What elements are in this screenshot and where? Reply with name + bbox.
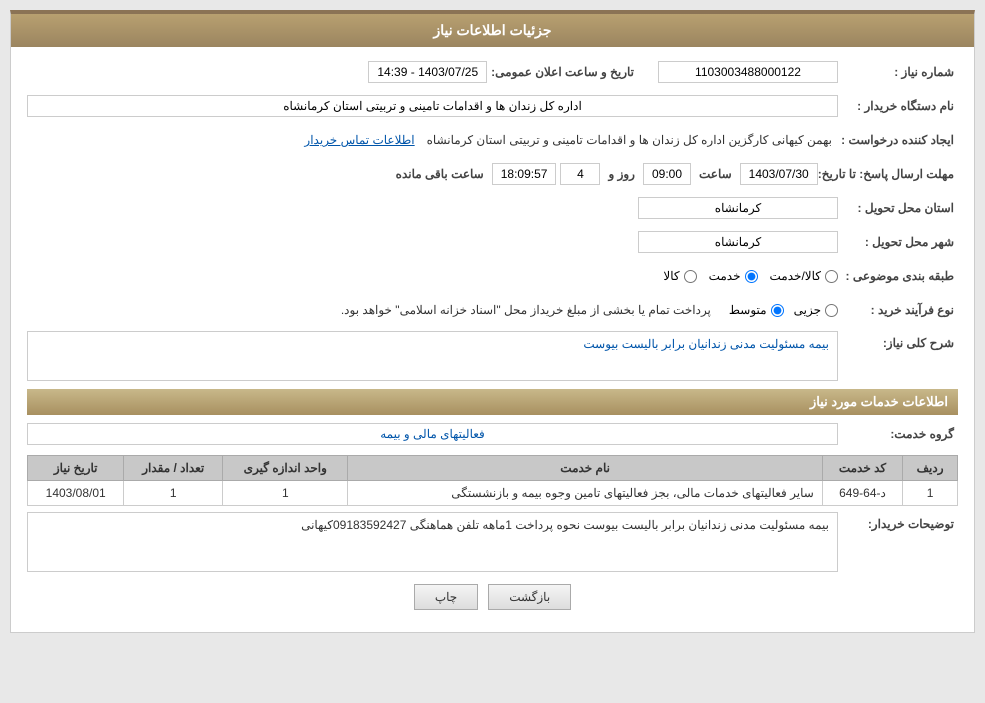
cell-unit: 1 <box>223 481 348 506</box>
need-number-label: شماره نیاز : <box>838 65 958 79</box>
category-radio-group: کالا/خدمت خدمت کالا <box>663 269 838 283</box>
category-row: طبقه بندی موضوعی : کالا/خدمت خدمت کالا <box>27 263 958 289</box>
deadline-label: مهلت ارسال پاسخ: تا تاریخ: <box>818 167 958 181</box>
service-group-label: گروه خدمت: <box>838 427 958 441</box>
category-label-service: خدمت <box>709 269 741 283</box>
need-number-value: 1103003488000122 <box>658 61 838 83</box>
purchase-type-label: نوع فرآیند خرید : <box>838 303 958 317</box>
col-unit: واحد اندازه گیری <box>223 456 348 481</box>
buyer-desc-row: توضیحات خریدار: بیمه مسئولیت مدنی زندانی… <box>27 512 958 572</box>
category-radio-goods-service[interactable] <box>825 270 838 283</box>
category-radio-service[interactable] <box>745 270 758 283</box>
services-table: ردیف کد خدمت نام خدمت واحد اندازه گیری ت… <box>27 455 958 506</box>
col-row-num: ردیف <box>903 456 958 481</box>
province-label: استان محل تحویل : <box>838 201 958 215</box>
col-need-date: تاریخ نیاز <box>28 456 124 481</box>
city-label: شهر محل تحویل : <box>838 235 958 249</box>
buyer-org-value: اداره کل زندان ها و اقدامات تامینی و ترب… <box>27 95 838 117</box>
purchase-label-partial: جزیی <box>794 303 821 317</box>
province-value: کرمانشاه <box>638 197 838 219</box>
deadline-remaining-label: ساعت باقی مانده <box>396 167 484 181</box>
col-service-name: نام خدمت <box>348 456 822 481</box>
purchase-type-row: نوع فرآیند خرید : جزیی متوسط پرداخت تمام… <box>27 297 958 323</box>
services-section-header: اطلاعات خدمات مورد نیاز <box>27 389 958 415</box>
city-value: کرمانشاه <box>638 231 838 253</box>
cell-service-code: د-64-649 <box>822 481 902 506</box>
buyer-desc-label: توضیحات خریدار: <box>838 512 958 531</box>
deadline-days: 4 <box>560 163 600 185</box>
page-title: جزئیات اطلاعات نیاز <box>433 22 551 38</box>
deadline-date: 1403/07/30 <box>740 163 818 185</box>
purchase-label-medium: متوسط <box>729 303 767 317</box>
category-option-service[interactable]: خدمت <box>709 269 758 283</box>
need-desc-value: بیمه مسئولیت مدنی زندانیان برابر بالیست … <box>27 331 838 381</box>
purchase-type-options: جزیی متوسط پرداخت تمام یا بخشی از مبلغ خ… <box>341 303 838 317</box>
cell-row-num: 1 <box>903 481 958 506</box>
creator-contact-link[interactable]: اطلاعات تماس خریدار <box>304 133 414 147</box>
buyer-org-row: نام دستگاه خریدار : اداره کل زندان ها و … <box>27 93 958 119</box>
purchase-radio-partial[interactable] <box>825 304 838 317</box>
page-header: جزئیات اطلاعات نیاز <box>11 14 974 47</box>
category-label: طبقه بندی موضوعی : <box>838 269 958 283</box>
announce-datetime-value: 1403/07/25 - 14:39 <box>368 61 487 83</box>
creator-label: ایجاد کننده درخواست : <box>838 133 958 147</box>
need-desc-label: شرح کلی نیاز: <box>838 331 958 350</box>
deadline-time: 09:00 <box>643 163 691 185</box>
creator-row: ایجاد کننده درخواست : بهمن کیهانی کارگزی… <box>27 127 958 153</box>
category-option-goods[interactable]: کالا <box>663 269 696 283</box>
col-service-code: کد خدمت <box>822 456 902 481</box>
province-row: استان محل تحویل : کرمانشاه <box>27 195 958 221</box>
deadline-day-label: روز و <box>608 167 635 181</box>
deadline-time-label: ساعت <box>699 167 732 181</box>
col-quantity: تعداد / مقدار <box>124 456 223 481</box>
city-row: شهر محل تحویل : کرمانشاه <box>27 229 958 255</box>
buyer-desc-value: بیمه مسئولیت مدنی زندانیان برابر بالیست … <box>27 512 838 572</box>
cell-service-name: سایر فعالیتهای خدمات مالی، بجز فعالیتهای… <box>348 481 822 506</box>
service-group-value: فعالیتهای مالی و بیمه <box>27 423 838 445</box>
purchase-option-medium[interactable]: متوسط <box>729 303 784 317</box>
buyer-org-label: نام دستگاه خریدار : <box>838 99 958 113</box>
need-number-row: شماره نیاز : 1103003488000122 تاریخ و سا… <box>27 59 958 85</box>
print-button[interactable]: چاپ <box>414 584 478 610</box>
purchase-option-partial[interactable]: جزیی <box>794 303 838 317</box>
service-group-row: گروه خدمت: فعالیتهای مالی و بیمه <box>27 421 958 447</box>
purchase-radio-medium[interactable] <box>771 304 784 317</box>
table-row: 1 د-64-649 سایر فعالیتهای خدمات مالی، بج… <box>28 481 958 506</box>
deadline-remaining: 18:09:57 <box>492 163 557 185</box>
announce-label: تاریخ و ساعت اعلان عمومی: <box>491 65 634 79</box>
category-option-goods-service[interactable]: کالا/خدمت <box>770 269 838 283</box>
action-buttons: بازگشت چاپ <box>27 584 958 620</box>
purchase-description: پرداخت تمام یا بخشی از مبلغ خریداز محل "… <box>341 303 711 317</box>
deadline-row: مهلت ارسال پاسخ: تا تاریخ: 1403/07/30 سا… <box>27 161 958 187</box>
category-label-goods: کالا <box>663 269 679 283</box>
back-button[interactable]: بازگشت <box>488 584 571 610</box>
category-radio-goods[interactable] <box>684 270 697 283</box>
cell-need-date: 1403/08/01 <box>28 481 124 506</box>
category-label-goods-service: کالا/خدمت <box>770 269 821 283</box>
creator-value: بهمن کیهانی کارگزین اداره کل زندان ها و … <box>421 130 838 150</box>
cell-quantity: 1 <box>124 481 223 506</box>
need-desc-row: شرح کلی نیاز: بیمه مسئولیت مدنی زندانیان… <box>27 331 958 381</box>
